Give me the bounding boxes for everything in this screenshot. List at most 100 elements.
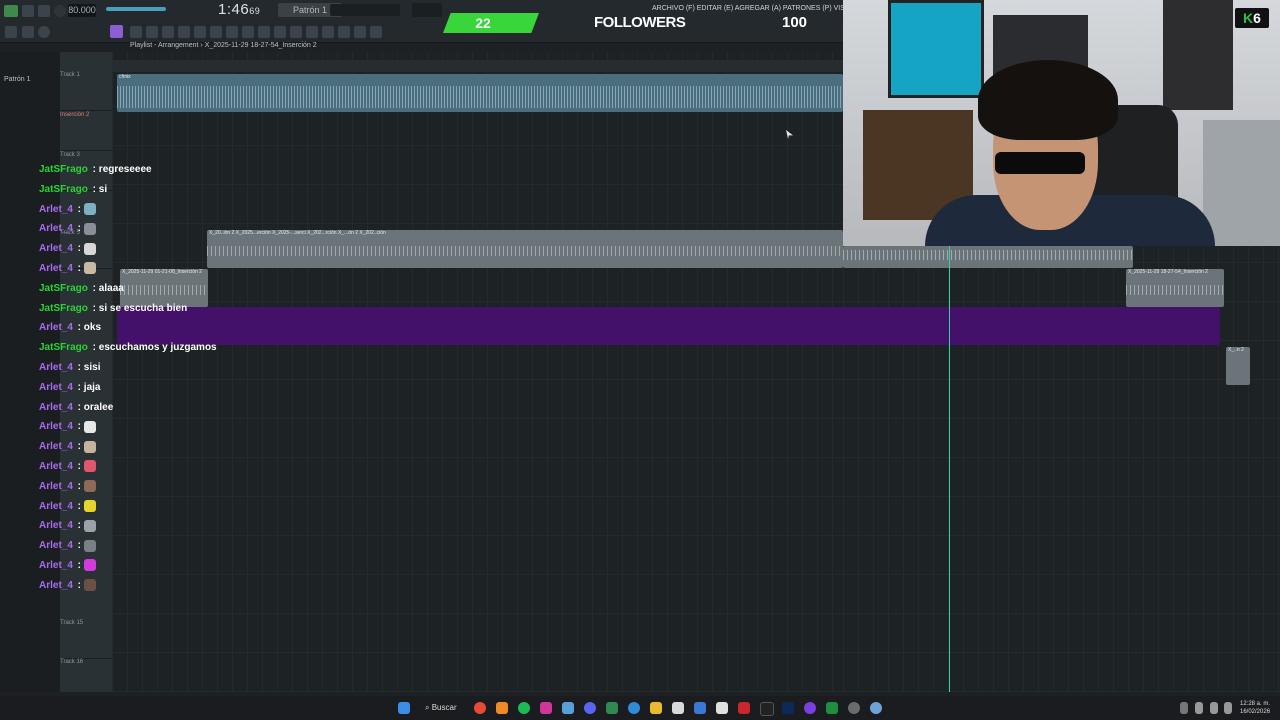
microphone-icon[interactable] (1195, 702, 1203, 714)
spotify-icon[interactable] (518, 702, 530, 714)
k6-logo-num: 6 (1253, 10, 1261, 26)
piano-roll-icon[interactable] (146, 26, 158, 38)
select-tool-icon[interactable] (306, 26, 318, 38)
chat-text: si se escucha bien (98, 302, 188, 314)
taskbar-search[interactable]: ⌕ Buscar (425, 701, 465, 715)
chrome-icon[interactable] (474, 702, 486, 714)
tray-chevron-icon[interactable] (1180, 702, 1188, 714)
settings-icon[interactable] (870, 702, 882, 714)
obs-icon[interactable] (716, 702, 728, 714)
chat-message: Arlet_4 : (39, 202, 239, 222)
draw-tool-icon[interactable] (226, 26, 238, 38)
file-explorer-icon[interactable] (650, 702, 662, 714)
steam-icon[interactable] (562, 702, 574, 714)
audio-clip-small-right[interactable]: X_2025-11-29 18-27-54_Inserción 2 (1126, 269, 1224, 307)
audio-clip-group[interactable]: X_20..ión 2 X_2025...erción X_2025-...se… (207, 230, 843, 268)
track-header[interactable]: Track 1 (60, 72, 112, 111)
vscode-icon[interactable] (694, 702, 706, 714)
chat-message: Arlet_4 : (39, 499, 239, 519)
automation-clip[interactable] (117, 307, 1220, 345)
undo-icon[interactable] (5, 26, 17, 38)
chat-message: Arlet_4 : (39, 419, 239, 439)
chat-username: JatSFrago (39, 342, 88, 354)
track-label: Track 3 (60, 152, 80, 158)
time-sub: 69 (249, 6, 261, 16)
playback-tool-icon[interactable] (338, 26, 350, 38)
track-header[interactable]: Track 15 (60, 620, 112, 659)
metronome-icon[interactable] (38, 26, 50, 38)
chat-message: Arlet_4 : (39, 439, 239, 459)
tempo-display[interactable]: 80.000 (68, 4, 96, 17)
chat-separator: : (74, 223, 84, 235)
mute-tool-icon[interactable] (274, 26, 286, 38)
browser-item-pattern[interactable]: Patrón 1 (4, 76, 30, 83)
delete-tool-icon[interactable] (258, 26, 270, 38)
discord-icon[interactable] (584, 702, 596, 714)
track-header[interactable]: Inserción 2 (60, 112, 112, 151)
help-icon[interactable] (370, 26, 382, 38)
master-volume-slider[interactable] (106, 7, 166, 11)
snap-icon[interactable] (110, 25, 123, 38)
playlist-icon[interactable] (130, 26, 142, 38)
track-header[interactable]: Track 16 (60, 659, 112, 698)
store-icon[interactable] (672, 702, 684, 714)
windows-start-icon[interactable] (398, 702, 410, 714)
zoom-tool-icon[interactable] (322, 26, 334, 38)
chat-username: Arlet_4 (39, 203, 73, 215)
chat-emote-icon (83, 242, 96, 255)
chat-username: Arlet_4 (39, 480, 73, 492)
plugin-icon[interactable] (210, 26, 222, 38)
waveform-monitor (330, 4, 400, 16)
chat-emote-icon (83, 579, 96, 592)
excel-icon[interactable] (826, 702, 838, 714)
chat-text: alaaa (98, 282, 124, 294)
chat-separator: : (74, 520, 84, 532)
photoshop-icon[interactable] (782, 702, 794, 714)
browser-icon[interactable] (194, 26, 206, 38)
wifi-icon[interactable] (1210, 702, 1218, 714)
stop-icon[interactable] (38, 5, 50, 17)
audio-clip-group-cont[interactable] (843, 246, 1133, 268)
chat-username: Arlet_4 (39, 322, 73, 334)
record-icon[interactable] (54, 5, 66, 17)
chat-separator: : (74, 540, 84, 552)
app-icon[interactable] (804, 702, 816, 714)
followers-label: FOLLOWERS (594, 14, 686, 31)
taskbar-clock[interactable]: 12:28 a. m. 16/02/2026 (1240, 700, 1270, 716)
taskbar-search-label: Buscar (431, 703, 457, 712)
chat-username: Arlet_4 (39, 500, 73, 512)
pause-icon[interactable] (22, 5, 34, 17)
chat-username: Arlet_4 (39, 401, 73, 413)
settings-icon[interactable] (354, 26, 366, 38)
loop-icon[interactable] (22, 26, 34, 38)
chat-username: Arlet_4 (39, 579, 73, 591)
chat-message: Arlet_4 : (39, 578, 239, 598)
slice-tool-icon[interactable] (290, 26, 302, 38)
audio-clip-master[interactable]: cfmix (117, 74, 843, 112)
chat-emote-icon (83, 480, 96, 493)
timeline-ruler[interactable] (112, 60, 843, 72)
chat-separator: : (89, 164, 99, 175)
chat-message: JatSFrago : escuchamos y juzgamos (39, 340, 239, 360)
bed (1203, 120, 1280, 246)
edge-icon[interactable] (628, 702, 640, 714)
play-icon[interactable] (4, 5, 18, 17)
paint-tool-icon[interactable] (242, 26, 254, 38)
mixer-icon[interactable] (178, 26, 190, 38)
chat-username: JatSFrago (39, 183, 88, 195)
volume-icon[interactable] (1224, 702, 1232, 714)
chat-emote-icon (83, 519, 96, 532)
channel-rack-icon[interactable] (162, 26, 174, 38)
chat-separator: : (74, 480, 84, 492)
chat-text: si (98, 183, 108, 195)
instagram-icon[interactable] (540, 702, 552, 714)
chat-text: escuchamos y juzgamos (98, 342, 217, 354)
chat-username: JatSFrago (39, 164, 88, 175)
audio-clip-tiny[interactable]: X_..n 2 (1226, 347, 1250, 385)
app-icon[interactable] (738, 702, 750, 714)
calculator-icon[interactable] (606, 702, 618, 714)
app-icon[interactable] (848, 702, 860, 714)
fl-studio-icon[interactable] (496, 702, 508, 714)
app-icon[interactable] (760, 702, 774, 716)
playhead[interactable] (949, 246, 950, 692)
